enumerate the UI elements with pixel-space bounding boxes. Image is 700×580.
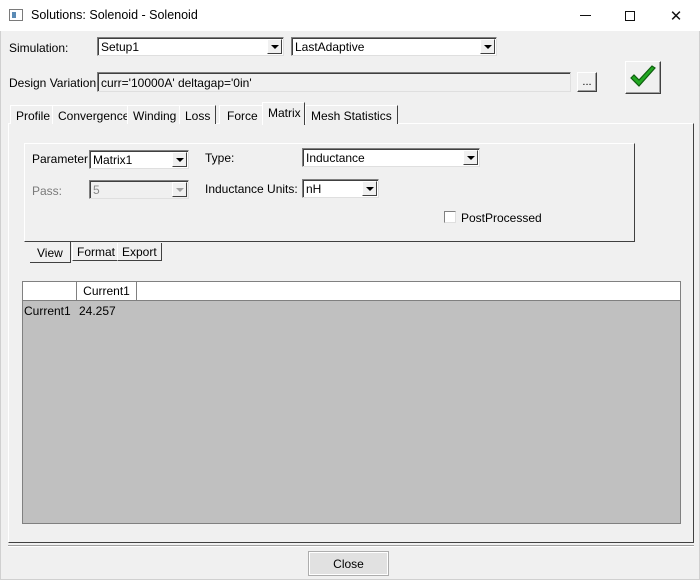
- subtab-export[interactable]: Export: [117, 243, 162, 261]
- chevron-down-icon[interactable]: [172, 152, 187, 167]
- tab-matrix[interactable]: Matrix: [262, 102, 305, 125]
- design-variation-label: Design Variation:: [9, 76, 100, 90]
- minimize-icon: [579, 15, 591, 16]
- accept-button[interactable]: [625, 61, 661, 94]
- grid-header: Current1: [23, 282, 680, 301]
- chevron-down-icon[interactable]: [463, 150, 478, 165]
- postprocessed-label: PostProcessed: [461, 211, 542, 225]
- app-window-icon: [9, 9, 23, 21]
- inductance-units-dropdown[interactable]: nH: [302, 179, 379, 198]
- simulation-solution-value: LastAdaptive: [295, 40, 365, 54]
- maximize-icon: [625, 10, 635, 21]
- tab-loss[interactable]: Loss: [179, 105, 217, 124]
- design-variation-browse-button[interactable]: ...: [577, 72, 597, 92]
- simulation-setup-dropdown[interactable]: Setup1: [97, 37, 284, 56]
- maximize-button[interactable]: [607, 0, 653, 31]
- inductance-units-value: nH: [306, 182, 322, 196]
- pass-value: 5: [93, 183, 100, 197]
- checkmark-icon: [630, 65, 656, 87]
- design-variation-field[interactable]: curr='10000A' deltagap='0in': [97, 72, 571, 92]
- type-label: Type:: [205, 151, 235, 165]
- close-icon: ✕: [669, 7, 683, 25]
- parameter-dropdown[interactable]: Matrix1: [89, 150, 189, 169]
- simulation-solution-dropdown[interactable]: LastAdaptive: [291, 37, 497, 56]
- tab-force[interactable]: Force: [219, 105, 263, 124]
- ellipsis-icon: ...: [582, 76, 592, 88]
- tab-winding[interactable]: Winding: [127, 105, 183, 124]
- matrix-grid[interactable]: Current1 Current1 24.257: [22, 281, 681, 524]
- postprocessed-checkbox[interactable]: [444, 211, 456, 223]
- title-bar: Solutions: Solenoid - Solenoid ✕: [0, 0, 700, 31]
- inductance-units-label: Inductance Units:: [205, 182, 298, 196]
- close-button[interactable]: Close: [308, 551, 389, 576]
- parameter-value: Matrix1: [93, 153, 133, 167]
- type-dropdown[interactable]: Inductance: [302, 148, 480, 167]
- pass-label: Pass:: [32, 184, 63, 198]
- grid-column-header[interactable]: Current1: [77, 282, 137, 301]
- design-variation-value: curr='10000A' deltagap='0in': [101, 76, 252, 90]
- tab-mesh-statistics[interactable]: Mesh Statistics: [305, 105, 398, 124]
- chevron-down-icon[interactable]: [267, 39, 282, 54]
- chevron-down-icon[interactable]: [480, 39, 495, 54]
- window-title: Solutions: Solenoid - Solenoid: [31, 8, 198, 22]
- subtab-format[interactable]: Format: [72, 243, 121, 261]
- type-value: Inductance: [306, 151, 365, 165]
- grid-row-header: Current1: [24, 304, 71, 318]
- simulation-label: Simulation:: [9, 41, 69, 55]
- tab-profile[interactable]: Profile: [10, 105, 57, 124]
- minimize-button[interactable]: [562, 0, 608, 31]
- close-window-button[interactable]: ✕: [653, 0, 699, 31]
- footer-separator: [8, 545, 694, 547]
- pass-dropdown: 5: [89, 180, 189, 199]
- subtab-view[interactable]: View: [30, 242, 71, 263]
- parameter-label: Parameter:: [32, 152, 92, 166]
- chevron-down-icon: [172, 182, 187, 197]
- tab-convergence[interactable]: Convergence: [52, 105, 136, 124]
- grid-cell[interactable]: 24.257: [79, 304, 116, 318]
- simulation-setup-value: Setup1: [101, 40, 140, 54]
- grid-corner-header: [23, 282, 77, 301]
- chevron-down-icon[interactable]: [362, 181, 377, 196]
